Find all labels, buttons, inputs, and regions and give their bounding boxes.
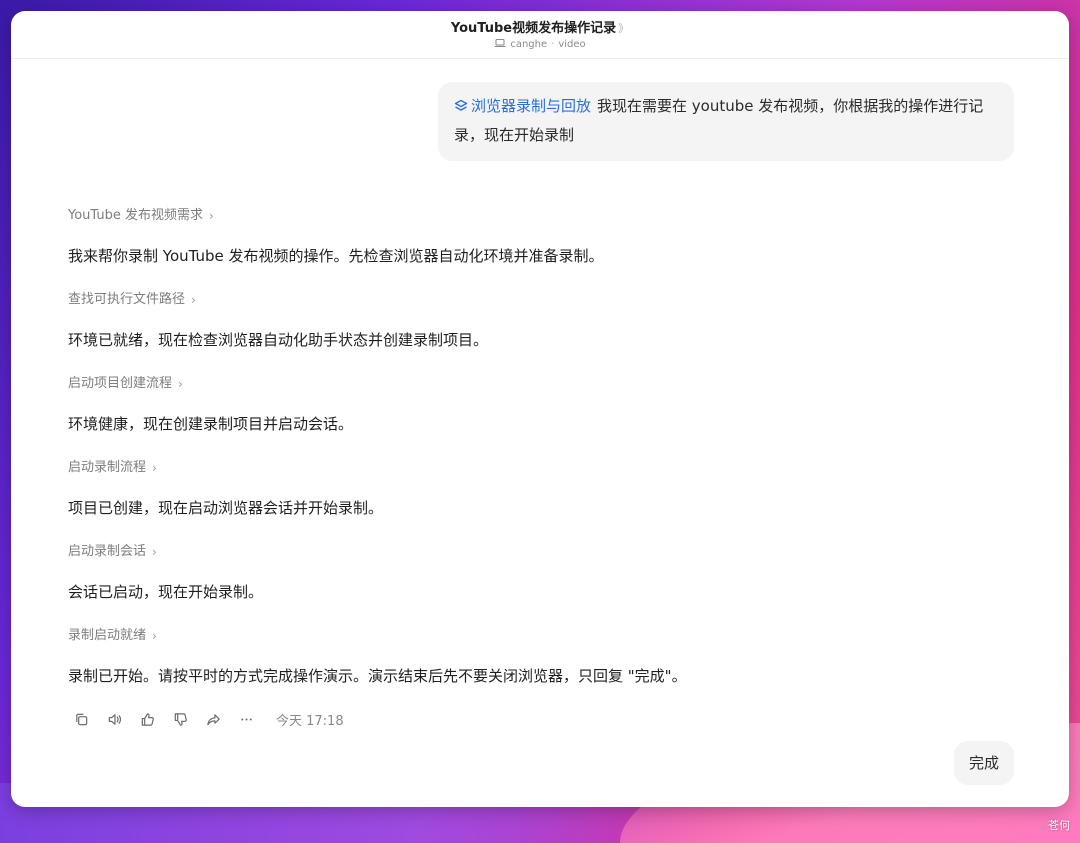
speaker-icon[interactable] [105,710,124,729]
step-text: 项目已创建，现在启动浏览器会话并开始录制。 [68,499,384,517]
thumbs-down-icon[interactable] [171,710,190,729]
conversation-title-text: YouTube视频发布操作记录 [450,21,617,36]
user-reply-bubble: 完成 [953,741,1014,785]
step-block: YouTube 发布视频需求 › 我来帮你录制 YouTube 发布视频的操作。先… [68,206,1018,267]
chevron-right-icon: › [209,209,214,223]
assistant-response: YouTube 发布视频需求 › 我来帮你录制 YouTube 发布视频的操作。先… [68,206,1018,687]
layers-icon [454,95,468,122]
chevron-right-icon: › [152,545,157,559]
user-message-bubble: 浏览器录制与回放 我现在需要在 youtube 发布视频，你根据我的操作进行记录，… [438,82,1014,161]
step-title-toggle[interactable]: 查找可执行文件路径 › [68,290,1018,310]
skill-tag-label: 浏览器录制与回放 [471,97,592,115]
step-title-toggle[interactable]: 启动录制流程 › [68,458,1018,478]
watermark: 苍何 [1048,819,1070,832]
message-actions: 今天 17:18 [72,709,344,729]
title-bar: YouTube视频发布操作记录》 canghe · video [11,11,1069,59]
copy-icon[interactable] [72,710,91,729]
step-title-label: 录制启动就绪 [68,628,147,643]
step-title-label: 启动录制流程 [68,460,147,475]
step-title-toggle[interactable]: YouTube 发布视频需求 › [68,206,1018,226]
workspace-info: canghe · video [11,38,1069,51]
step-text: 我来帮你录制 YouTube 发布视频的操作。先检查浏览器自动化环境并准备录制。 [68,247,604,265]
step-block: 查找可执行文件路径 › 环境已就绪，现在检查浏览器自动化助手状态并创建录制项目。 [68,290,1018,351]
conversation-title[interactable]: YouTube视频发布操作记录》 [11,17,1069,36]
chevron-right-icon: › [152,461,157,475]
step-title-label: 启动项目创建流程 [68,376,173,391]
chevron-right-icon: › [152,629,157,643]
step-block: 录制启动就绪 › 录制已开始。请按平时的方式完成操作演示。演示结束后先不要关闭浏览… [68,626,1018,687]
step-title-label: YouTube 发布视频需求 [68,208,203,223]
step-title-label: 启动录制会话 [68,544,147,559]
laptop-icon [494,38,506,51]
step-title-toggle[interactable]: 启动录制会话 › [68,542,1018,562]
step-title-toggle[interactable]: 录制启动就绪 › [68,626,1018,646]
step-block: 启动录制会话 › 会话已启动，现在开始录制。 [68,542,1018,603]
step-block: 启动项目创建流程 › 环境健康，现在创建录制项目并启动会话。 [68,374,1018,435]
chat-window: YouTube视频发布操作记录》 canghe · video 浏览器录制与回放… [11,11,1069,807]
chevron-right-icon: › [178,377,183,391]
chevron-right-icon: › [191,293,196,307]
step-block: 启动录制流程 › 项目已创建，现在启动浏览器会话并开始录制。 [68,458,1018,519]
step-title-toggle[interactable]: 启动项目创建流程 › [68,374,1018,394]
step-text: 环境已就绪，现在检查浏览器自动化助手状态并创建录制项目。 [68,331,489,349]
share-icon[interactable] [204,710,223,729]
step-text: 会话已启动，现在开始录制。 [68,583,264,601]
skill-tag[interactable]: 浏览器录制与回放 [454,97,591,115]
step-title-label: 查找可执行文件路径 [68,292,186,307]
title-chevron-icon[interactable]: 》 [618,22,629,35]
separator: · [551,39,555,50]
step-text: 环境健康，现在创建录制项目并启动会话。 [68,415,354,433]
thumbs-up-icon[interactable] [138,710,157,729]
workspace-user: canghe [510,39,548,50]
more-icon[interactable] [237,710,256,729]
message-timestamp: 今天 17:18 [276,713,344,729]
step-text: 录制已开始。请按平时的方式完成操作演示。演示结束后先不要关闭浏览器，只回复 "完… [68,667,687,685]
workspace-project: video [558,39,586,50]
